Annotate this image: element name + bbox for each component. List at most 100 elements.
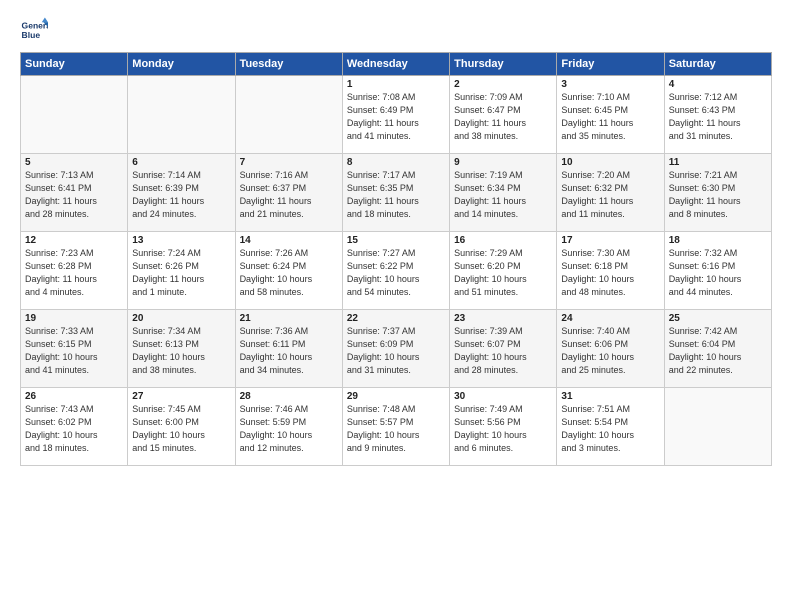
logo-icon: General Blue bbox=[20, 16, 48, 44]
day-number: 10 bbox=[561, 157, 659, 168]
day-info: Sunrise: 7:19 AMSunset: 6:34 PMDaylight:… bbox=[454, 169, 552, 221]
day-info: Sunrise: 7:37 AMSunset: 6:09 PMDaylight:… bbox=[347, 325, 445, 377]
day-number: 5 bbox=[25, 157, 123, 168]
day-number: 31 bbox=[561, 391, 659, 402]
day-number: 11 bbox=[669, 157, 767, 168]
day-info: Sunrise: 7:10 AMSunset: 6:45 PMDaylight:… bbox=[561, 91, 659, 143]
calendar-cell: 27Sunrise: 7:45 AMSunset: 6:00 PMDayligh… bbox=[128, 388, 235, 466]
day-info: Sunrise: 7:32 AMSunset: 6:16 PMDaylight:… bbox=[669, 247, 767, 299]
day-header-sunday: Sunday bbox=[21, 53, 128, 76]
calendar-cell: 9Sunrise: 7:19 AMSunset: 6:34 PMDaylight… bbox=[450, 154, 557, 232]
day-info: Sunrise: 7:39 AMSunset: 6:07 PMDaylight:… bbox=[454, 325, 552, 377]
calendar-cell: 18Sunrise: 7:32 AMSunset: 6:16 PMDayligh… bbox=[664, 232, 771, 310]
day-info: Sunrise: 7:46 AMSunset: 5:59 PMDaylight:… bbox=[240, 403, 338, 455]
day-number: 2 bbox=[454, 79, 552, 90]
calendar-cell: 8Sunrise: 7:17 AMSunset: 6:35 PMDaylight… bbox=[342, 154, 449, 232]
day-number: 29 bbox=[347, 391, 445, 402]
day-info: Sunrise: 7:27 AMSunset: 6:22 PMDaylight:… bbox=[347, 247, 445, 299]
calendar-cell bbox=[664, 388, 771, 466]
week-row-2: 5Sunrise: 7:13 AMSunset: 6:41 PMDaylight… bbox=[21, 154, 772, 232]
day-number: 14 bbox=[240, 235, 338, 246]
calendar-cell: 6Sunrise: 7:14 AMSunset: 6:39 PMDaylight… bbox=[128, 154, 235, 232]
calendar-cell bbox=[128, 76, 235, 154]
day-number: 16 bbox=[454, 235, 552, 246]
calendar-cell: 23Sunrise: 7:39 AMSunset: 6:07 PMDayligh… bbox=[450, 310, 557, 388]
day-number: 24 bbox=[561, 313, 659, 324]
calendar-cell: 19Sunrise: 7:33 AMSunset: 6:15 PMDayligh… bbox=[21, 310, 128, 388]
day-info: Sunrise: 7:13 AMSunset: 6:41 PMDaylight:… bbox=[25, 169, 123, 221]
day-number: 20 bbox=[132, 313, 230, 324]
calendar-cell: 7Sunrise: 7:16 AMSunset: 6:37 PMDaylight… bbox=[235, 154, 342, 232]
day-info: Sunrise: 7:20 AMSunset: 6:32 PMDaylight:… bbox=[561, 169, 659, 221]
calendar-cell: 10Sunrise: 7:20 AMSunset: 6:32 PMDayligh… bbox=[557, 154, 664, 232]
day-number: 28 bbox=[240, 391, 338, 402]
page-header: General Blue bbox=[20, 16, 772, 44]
calendar-cell: 1Sunrise: 7:08 AMSunset: 6:49 PMDaylight… bbox=[342, 76, 449, 154]
calendar-cell: 20Sunrise: 7:34 AMSunset: 6:13 PMDayligh… bbox=[128, 310, 235, 388]
calendar-cell: 17Sunrise: 7:30 AMSunset: 6:18 PMDayligh… bbox=[557, 232, 664, 310]
calendar-cell: 12Sunrise: 7:23 AMSunset: 6:28 PMDayligh… bbox=[21, 232, 128, 310]
day-info: Sunrise: 7:49 AMSunset: 5:56 PMDaylight:… bbox=[454, 403, 552, 455]
day-header-saturday: Saturday bbox=[664, 53, 771, 76]
calendar-cell: 3Sunrise: 7:10 AMSunset: 6:45 PMDaylight… bbox=[557, 76, 664, 154]
calendar-cell: 28Sunrise: 7:46 AMSunset: 5:59 PMDayligh… bbox=[235, 388, 342, 466]
day-number: 9 bbox=[454, 157, 552, 168]
day-number: 21 bbox=[240, 313, 338, 324]
day-info: Sunrise: 7:40 AMSunset: 6:06 PMDaylight:… bbox=[561, 325, 659, 377]
day-info: Sunrise: 7:14 AMSunset: 6:39 PMDaylight:… bbox=[132, 169, 230, 221]
calendar-cell: 21Sunrise: 7:36 AMSunset: 6:11 PMDayligh… bbox=[235, 310, 342, 388]
calendar-cell: 29Sunrise: 7:48 AMSunset: 5:57 PMDayligh… bbox=[342, 388, 449, 466]
calendar-cell: 15Sunrise: 7:27 AMSunset: 6:22 PMDayligh… bbox=[342, 232, 449, 310]
calendar-header-row: SundayMondayTuesdayWednesdayThursdayFrid… bbox=[21, 53, 772, 76]
day-info: Sunrise: 7:24 AMSunset: 6:26 PMDaylight:… bbox=[132, 247, 230, 299]
day-number: 22 bbox=[347, 313, 445, 324]
calendar-cell: 14Sunrise: 7:26 AMSunset: 6:24 PMDayligh… bbox=[235, 232, 342, 310]
day-info: Sunrise: 7:36 AMSunset: 6:11 PMDaylight:… bbox=[240, 325, 338, 377]
day-header-tuesday: Tuesday bbox=[235, 53, 342, 76]
calendar-cell bbox=[21, 76, 128, 154]
day-number: 18 bbox=[669, 235, 767, 246]
day-info: Sunrise: 7:08 AMSunset: 6:49 PMDaylight:… bbox=[347, 91, 445, 143]
day-number: 4 bbox=[669, 79, 767, 90]
calendar-cell: 26Sunrise: 7:43 AMSunset: 6:02 PMDayligh… bbox=[21, 388, 128, 466]
calendar-cell: 11Sunrise: 7:21 AMSunset: 6:30 PMDayligh… bbox=[664, 154, 771, 232]
day-info: Sunrise: 7:30 AMSunset: 6:18 PMDaylight:… bbox=[561, 247, 659, 299]
day-number: 19 bbox=[25, 313, 123, 324]
day-info: Sunrise: 7:34 AMSunset: 6:13 PMDaylight:… bbox=[132, 325, 230, 377]
day-info: Sunrise: 7:26 AMSunset: 6:24 PMDaylight:… bbox=[240, 247, 338, 299]
calendar-cell: 4Sunrise: 7:12 AMSunset: 6:43 PMDaylight… bbox=[664, 76, 771, 154]
week-row-4: 19Sunrise: 7:33 AMSunset: 6:15 PMDayligh… bbox=[21, 310, 772, 388]
day-header-thursday: Thursday bbox=[450, 53, 557, 76]
day-number: 1 bbox=[347, 79, 445, 90]
calendar-cell: 30Sunrise: 7:49 AMSunset: 5:56 PMDayligh… bbox=[450, 388, 557, 466]
day-info: Sunrise: 7:29 AMSunset: 6:20 PMDaylight:… bbox=[454, 247, 552, 299]
day-number: 8 bbox=[347, 157, 445, 168]
calendar-cell: 2Sunrise: 7:09 AMSunset: 6:47 PMDaylight… bbox=[450, 76, 557, 154]
day-number: 13 bbox=[132, 235, 230, 246]
day-info: Sunrise: 7:12 AMSunset: 6:43 PMDaylight:… bbox=[669, 91, 767, 143]
day-number: 15 bbox=[347, 235, 445, 246]
day-number: 26 bbox=[25, 391, 123, 402]
calendar-cell: 5Sunrise: 7:13 AMSunset: 6:41 PMDaylight… bbox=[21, 154, 128, 232]
day-info: Sunrise: 7:43 AMSunset: 6:02 PMDaylight:… bbox=[25, 403, 123, 455]
day-number: 30 bbox=[454, 391, 552, 402]
day-number: 6 bbox=[132, 157, 230, 168]
calendar-cell: 22Sunrise: 7:37 AMSunset: 6:09 PMDayligh… bbox=[342, 310, 449, 388]
week-row-5: 26Sunrise: 7:43 AMSunset: 6:02 PMDayligh… bbox=[21, 388, 772, 466]
day-info: Sunrise: 7:48 AMSunset: 5:57 PMDaylight:… bbox=[347, 403, 445, 455]
day-number: 23 bbox=[454, 313, 552, 324]
day-info: Sunrise: 7:17 AMSunset: 6:35 PMDaylight:… bbox=[347, 169, 445, 221]
svg-text:Blue: Blue bbox=[22, 30, 41, 40]
day-number: 3 bbox=[561, 79, 659, 90]
day-header-friday: Friday bbox=[557, 53, 664, 76]
day-header-monday: Monday bbox=[128, 53, 235, 76]
day-header-wednesday: Wednesday bbox=[342, 53, 449, 76]
day-number: 17 bbox=[561, 235, 659, 246]
day-info: Sunrise: 7:16 AMSunset: 6:37 PMDaylight:… bbox=[240, 169, 338, 221]
week-row-3: 12Sunrise: 7:23 AMSunset: 6:28 PMDayligh… bbox=[21, 232, 772, 310]
day-info: Sunrise: 7:21 AMSunset: 6:30 PMDaylight:… bbox=[669, 169, 767, 221]
logo: General Blue bbox=[20, 16, 48, 44]
day-info: Sunrise: 7:42 AMSunset: 6:04 PMDaylight:… bbox=[669, 325, 767, 377]
day-info: Sunrise: 7:09 AMSunset: 6:47 PMDaylight:… bbox=[454, 91, 552, 143]
day-info: Sunrise: 7:33 AMSunset: 6:15 PMDaylight:… bbox=[25, 325, 123, 377]
